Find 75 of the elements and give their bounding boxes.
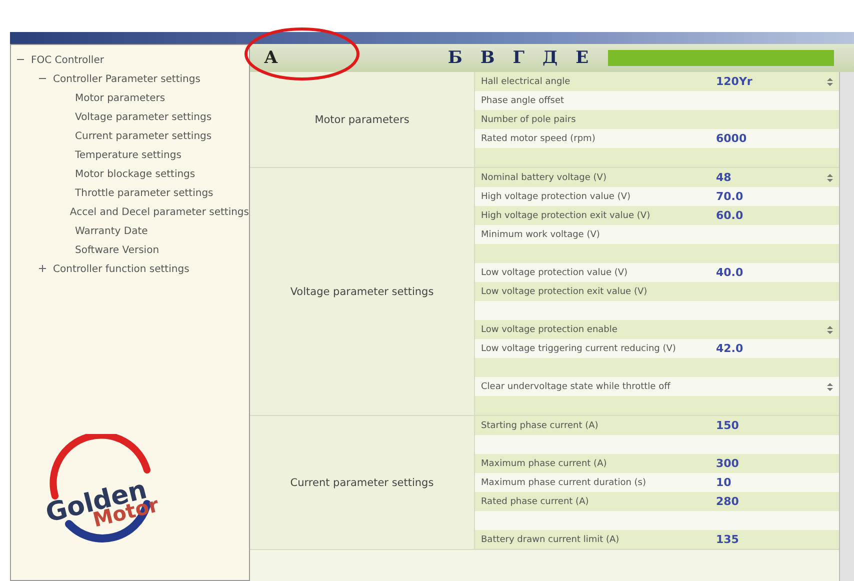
- parameter-name: Rated motor speed (rpm): [480, 134, 596, 144]
- parameter-row[interactable]: Nominal battery voltage (V) 48: [475, 168, 839, 187]
- parameter-name: Low voltage protection enable: [480, 324, 618, 334]
- tree-item[interactable]: Temperature settings: [75, 150, 182, 161]
- spinner-icon[interactable]: [825, 324, 835, 336]
- annotation-letter: Г: [512, 48, 525, 68]
- group-label: Motor parameters: [314, 114, 410, 126]
- parameter-value[interactable]: 150: [716, 419, 811, 432]
- parameter-value[interactable]: 120Yr: [716, 75, 811, 88]
- annotation-letter: Д: [542, 48, 558, 68]
- parameter-value[interactable]: 10: [716, 476, 811, 489]
- parameter-row[interactable]: High voltage protection exit value (V) 60.0: [475, 206, 839, 225]
- parameter-name: Maximum phase current (A): [480, 458, 608, 468]
- parameter-name: Rated phase current (A): [480, 496, 590, 506]
- parameter-name: Phase angle offset: [480, 96, 566, 106]
- expand-icon[interactable]: [39, 264, 47, 274]
- parameter-row[interactable]: Rated phase current (A) 280: [475, 492, 839, 511]
- parameter-value[interactable]: 135: [716, 533, 811, 546]
- parameter-value[interactable]: 6000: [716, 132, 811, 145]
- logo: Golden Motor: [35, 434, 167, 546]
- parameter-row[interactable]: Minimum work voltage (V): [475, 225, 839, 244]
- parameter-name: High voltage protection value (V): [480, 192, 632, 202]
- tree-item[interactable]: Controller Parameter settings: [53, 74, 200, 85]
- parameter-row[interactable]: Hall electrical angle 120Yr: [475, 72, 839, 91]
- parameter-row[interactable]: Battery drawn current limit (A) 135: [475, 530, 839, 549]
- parameter-row[interactable]: Starting phase current (A) 150: [475, 416, 839, 435]
- parameter-value[interactable]: 60.0: [716, 209, 811, 222]
- annotation-letter: В: [480, 48, 495, 68]
- scrollbar[interactable]: [839, 72, 854, 581]
- parameter-row[interactable]: Low voltage triggering current reducing (V) 42.0: [475, 339, 839, 358]
- parameter-value[interactable]: 70.0: [716, 190, 811, 203]
- parameter-name: Maximum phase current duration (s): [480, 478, 647, 488]
- parameter-name: Starting phase current (A): [480, 420, 600, 430]
- parameter-row[interactable]: Maximum phase current (A) 300: [475, 454, 839, 473]
- tree-item[interactable]: Motor parameters: [75, 93, 166, 104]
- parameter-row[interactable]: Rated motor speed (rpm) 6000: [475, 129, 839, 148]
- tree-item[interactable]: Voltage parameter settings: [75, 112, 212, 123]
- annotation-letter: А: [264, 48, 278, 68]
- parameter-name: Low voltage protection exit value (V): [480, 286, 648, 296]
- spinner-icon[interactable]: [825, 172, 835, 184]
- tree-item[interactable]: Throttle parameter settings: [75, 188, 214, 199]
- parameter-row[interactable]: Number of pole pairs: [475, 110, 839, 129]
- annotation-letter: Б: [448, 48, 462, 68]
- parameter-name: Battery drawn current limit (A): [480, 534, 620, 544]
- parameter-name: Number of pole pairs: [480, 114, 577, 124]
- annotation-letter: Е: [576, 48, 589, 68]
- parameter-name: Nominal battery voltage (V): [480, 172, 608, 182]
- parameter-name: Hall electrical angle: [480, 76, 572, 86]
- parameter-name: High voltage protection exit value (V): [480, 210, 652, 220]
- group-label: Current parameter settings: [290, 476, 434, 488]
- parameter-value[interactable]: 40.0: [716, 266, 811, 279]
- parameter-row[interactable]: Low voltage protection exit value (V): [475, 282, 839, 301]
- parameter-value[interactable]: 48: [716, 171, 811, 184]
- tree-item[interactable]: Current parameter settings: [75, 131, 212, 142]
- spinner-icon[interactable]: [825, 76, 835, 88]
- parameter-name: Minimum work voltage (V): [480, 230, 601, 240]
- group-label: Voltage parameter settings: [290, 286, 434, 298]
- tree-item[interactable]: Software Version: [75, 245, 160, 256]
- tree-item[interactable]: Warranty Date: [75, 226, 148, 237]
- parameter-name: Low voltage protection value (V): [480, 268, 629, 278]
- parameter-value[interactable]: 300: [716, 457, 811, 470]
- parameter-row[interactable]: Phase angle offset: [475, 91, 839, 110]
- parameter-value[interactable]: 42.0: [716, 342, 811, 355]
- parameter-row[interactable]: Low voltage protection enable: [475, 320, 839, 339]
- tree-item[interactable]: Accel and Decel parameter settings: [70, 207, 249, 218]
- parameter-row[interactable]: High voltage protection value (V) 70.0: [475, 187, 839, 206]
- parameter-row[interactable]: Clear undervoltage state while throttle off: [475, 377, 839, 396]
- tree-item[interactable]: Motor blockage settings: [75, 169, 196, 180]
- parameter-name: Low voltage triggering current reducing (V): [480, 344, 677, 354]
- spinner-icon[interactable]: [825, 380, 835, 392]
- parameter-name: Clear undervoltage state while throttle off: [480, 382, 672, 392]
- tree-item[interactable]: FOC Controller: [31, 55, 104, 66]
- parameter-value[interactable]: 280: [716, 495, 811, 508]
- parameter-row[interactable]: Low voltage protection value (V) 40.0: [475, 263, 839, 282]
- tree-item[interactable]: Controller function settings: [53, 264, 190, 275]
